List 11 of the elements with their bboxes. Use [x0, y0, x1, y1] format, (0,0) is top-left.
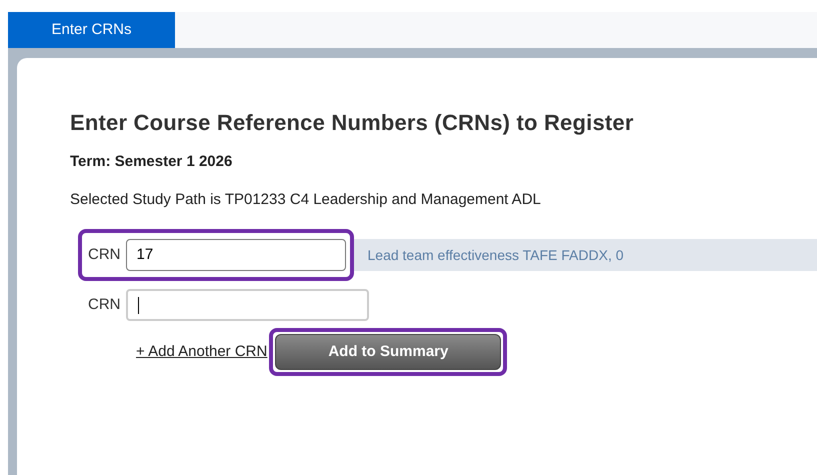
- add-to-summary-button[interactable]: Add to Summary: [275, 334, 502, 370]
- crn-label: CRN: [88, 294, 120, 315]
- study-path-text: Selected Study Path is TP01233 C4 Leadership and Management ADL: [70, 190, 542, 210]
- add-crn-link[interactable]: + Add Another CRN: [136, 340, 268, 364]
- crn-label: CRN: [88, 244, 120, 265]
- term-label: Term: Semester 1 2026: [70, 152, 234, 172]
- crn-input[interactable]: [126, 289, 368, 321]
- crn-input[interactable]: 17: [126, 239, 346, 271]
- course-description: Lead team effectiveness TAFE FADDX, 0: [354, 239, 817, 271]
- tab[interactable]: Enter CRNs: [8, 12, 175, 48]
- page-heading: Enter Course Reference Numbers (CRNs) to Register: [70, 109, 635, 137]
